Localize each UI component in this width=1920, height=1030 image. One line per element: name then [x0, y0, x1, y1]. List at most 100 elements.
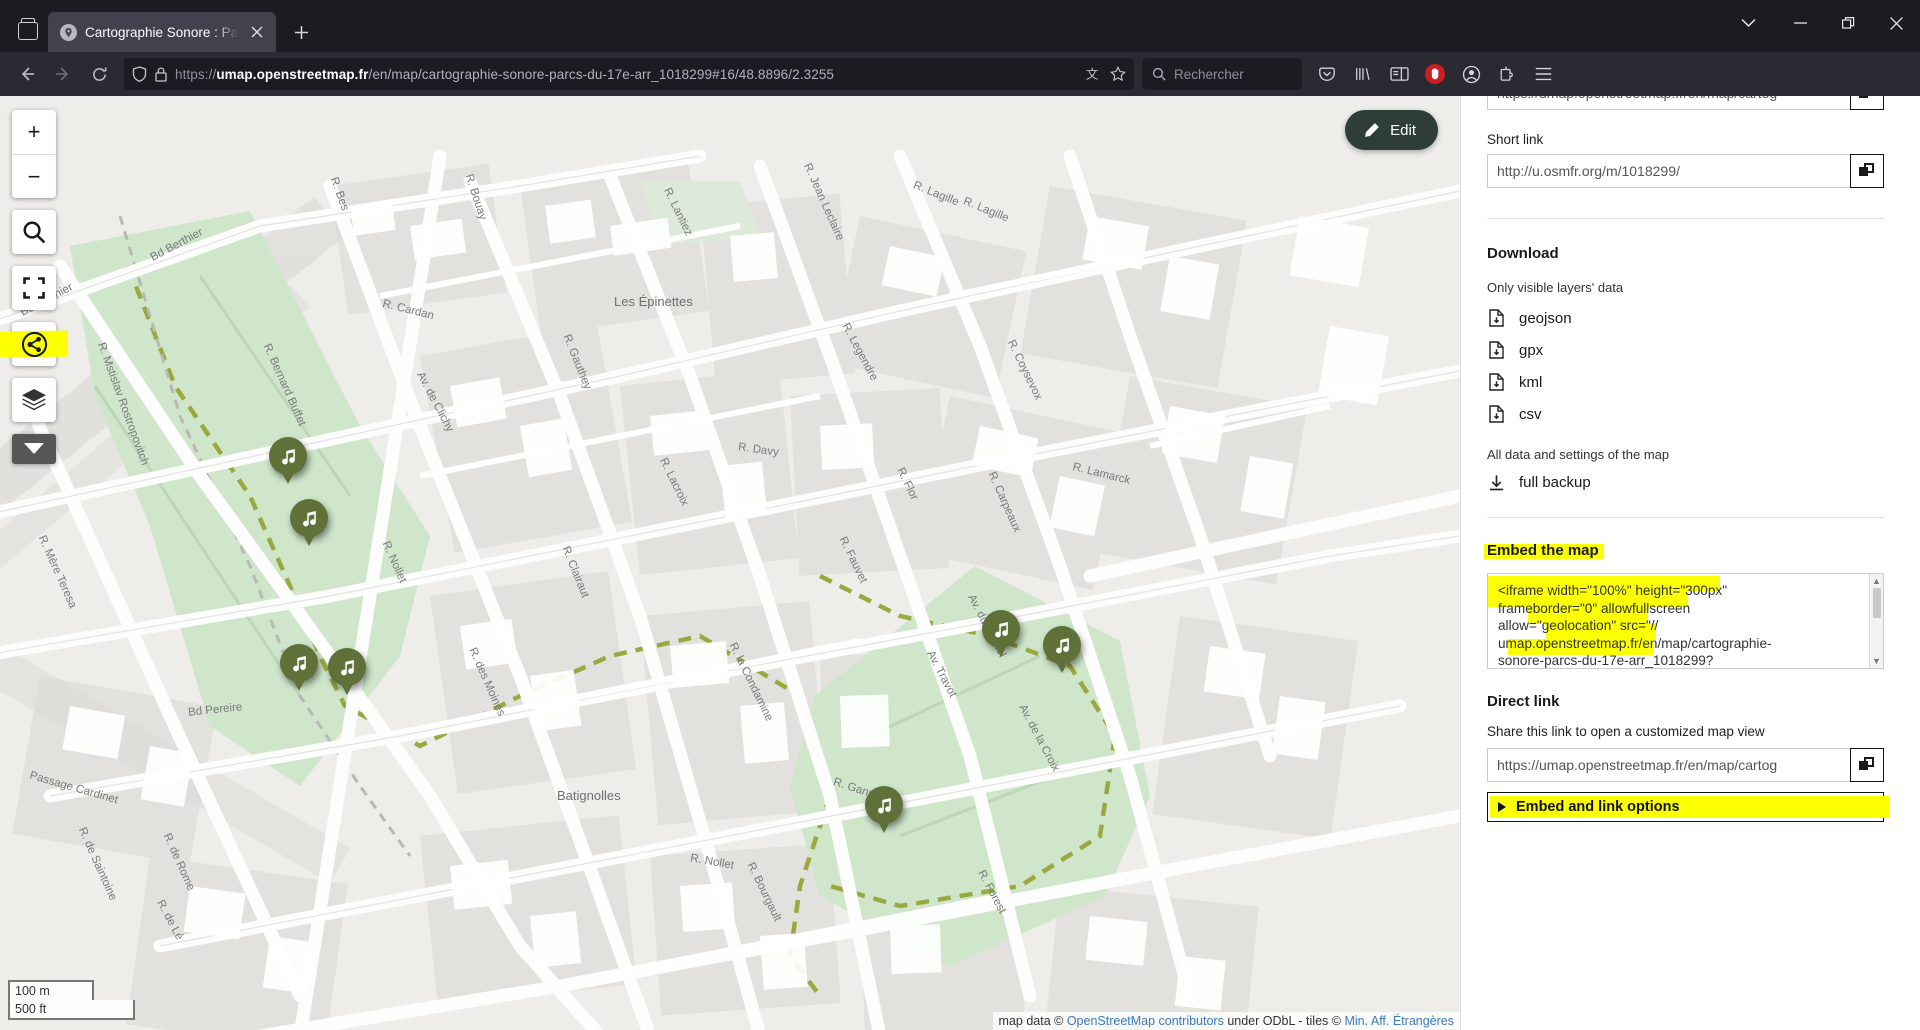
- extensions-icon[interactable]: [1490, 58, 1524, 90]
- map-marker[interactable]: [982, 610, 1020, 657]
- back-button[interactable]: [10, 58, 44, 90]
- translate-icon[interactable]: 文: [1085, 66, 1102, 83]
- embed-scrollbar[interactable]: ▲ ▼: [1869, 574, 1883, 668]
- reload-button[interactable]: [82, 58, 116, 90]
- osm-contributors-link[interactable]: OpenStreetMap contributors: [1067, 1014, 1224, 1028]
- close-icon[interactable]: [246, 21, 268, 43]
- minimize-icon[interactable]: [1776, 0, 1824, 46]
- browser-tab[interactable]: Cartographie Sonore : Parcs du: [48, 12, 276, 52]
- search-bar[interactable]: Rechercher: [1142, 58, 1302, 90]
- url-bar[interactable]: https://umap.openstreetmap.fr/en/map/car…: [124, 58, 1134, 90]
- browser-window: Cartographie Sonore : Parcs du: [0, 0, 1920, 1030]
- marker-bubble[interactable]: [269, 437, 307, 475]
- lock-icon[interactable]: [155, 67, 167, 82]
- full-backup-label: full backup: [1519, 474, 1591, 491]
- short-link-label: Short link: [1487, 132, 1544, 147]
- search-control[interactable]: [12, 210, 56, 254]
- map-tiles: [0, 96, 1460, 1030]
- copy-share-url-button[interactable]: [1850, 96, 1884, 110]
- marker-bubble[interactable]: [280, 644, 318, 682]
- scroll-down-arrow-icon[interactable]: ▼: [1872, 656, 1881, 666]
- restore-icon[interactable]: [1824, 0, 1872, 46]
- download-geojson-link[interactable]: geojson: [1487, 309, 1884, 327]
- map-controls: + −: [12, 110, 56, 464]
- copy-direct-link-button[interactable]: [1850, 748, 1884, 782]
- marker-bubble[interactable]: [290, 499, 328, 537]
- download-csv-link[interactable]: csv: [1487, 405, 1884, 423]
- copy-short-link-button[interactable]: [1850, 154, 1884, 188]
- marker-bubble[interactable]: [1043, 626, 1081, 664]
- file-download-icon: [1487, 405, 1505, 423]
- marker-bubble[interactable]: [328, 648, 366, 686]
- map-marker[interactable]: [328, 648, 366, 695]
- attribution-middle: under ODbL - tiles ©: [1223, 1014, 1345, 1028]
- share-map-button[interactable]: [12, 322, 56, 366]
- place-label: Batignolles: [557, 788, 621, 803]
- library-icon[interactable]: [1346, 58, 1380, 90]
- download-kml-link[interactable]: kml: [1487, 373, 1884, 391]
- scroll-up-arrow-icon[interactable]: ▲: [1872, 576, 1881, 586]
- edit-map-button[interactable]: Edit: [1345, 110, 1438, 150]
- layers-icon[interactable]: [12, 378, 56, 422]
- embed-code-line: sonore-parcs-du-17e-arr_1018299?: [1498, 653, 1714, 668]
- toolbar-icons: [1310, 58, 1560, 90]
- zoom-out-button[interactable]: −: [12, 154, 56, 198]
- search-icon[interactable]: [12, 210, 56, 254]
- embed-and-link-options-toggle[interactable]: Embed and link options: [1487, 792, 1889, 822]
- map-marker[interactable]: [269, 437, 307, 484]
- map-marker[interactable]: [1043, 626, 1081, 673]
- sidebar-icon[interactable]: [1382, 58, 1416, 90]
- tiles-provider-link[interactable]: Min. Aff. Étrangères: [1344, 1014, 1454, 1028]
- download-note: Only visible layers' data: [1487, 280, 1624, 295]
- pocket-icon[interactable]: [1310, 58, 1344, 90]
- toggle-panel-button[interactable]: [12, 434, 56, 464]
- embed-code-text[interactable]: <iframe width="100%" height="300px" frame…: [1488, 574, 1869, 668]
- close-icon[interactable]: [1872, 0, 1920, 46]
- url-text: https://umap.openstreetmap.fr/en/map/car…: [175, 66, 835, 82]
- forward-button[interactable]: [46, 58, 80, 90]
- fullscreen-control[interactable]: [12, 266, 56, 310]
- copy-icon: [1859, 96, 1868, 98]
- download-gpx-link[interactable]: gpx: [1487, 341, 1884, 359]
- map-marker[interactable]: [290, 499, 328, 546]
- direct-link-heading: Direct link: [1487, 693, 1560, 710]
- embed-heading-text: Embed the map: [1487, 542, 1599, 559]
- layers-control[interactable]: [12, 378, 56, 422]
- tab-list-chevron-icon[interactable]: [1720, 0, 1776, 46]
- new-tab-button[interactable]: [284, 15, 318, 49]
- edit-button-label: Edit: [1390, 121, 1416, 139]
- zoom-in-button[interactable]: +: [12, 110, 56, 154]
- zoom-control-group: + −: [12, 110, 56, 198]
- shield-icon[interactable]: [132, 66, 147, 82]
- scale-metric: 100 m: [8, 980, 94, 1000]
- marker-bubble[interactable]: [865, 786, 903, 824]
- account-icon[interactable]: [1454, 58, 1488, 90]
- search-placeholder: Rechercher: [1174, 66, 1244, 82]
- map-marker[interactable]: [865, 786, 903, 833]
- firefox-view-button[interactable]: [6, 8, 48, 48]
- marker-bubble[interactable]: [982, 610, 1020, 648]
- full-backup-link[interactable]: full backup: [1487, 474, 1884, 491]
- marker-tail: [302, 533, 316, 546]
- marker-tail: [281, 471, 295, 484]
- file-download-icon: [1487, 309, 1505, 327]
- share-url-row[interactable]: https://umap.openstreetmap.fr/en/map/car…: [1487, 96, 1884, 110]
- embed-code-box[interactable]: <iframe width="100%" height="300px" frame…: [1487, 573, 1884, 669]
- direct-link-input[interactable]: https://umap.openstreetmap.fr/en/map/car…: [1487, 748, 1851, 782]
- fullscreen-icon[interactable]: [12, 266, 56, 310]
- scrollbar-thumb[interactable]: [1872, 588, 1881, 618]
- backup-note: All data and settings of the map: [1487, 447, 1670, 462]
- copy-icon: [1859, 163, 1874, 176]
- bookmark-star-icon[interactable]: [1110, 66, 1126, 82]
- short-link-input[interactable]: http://u.osmfr.org/m/1018299/: [1487, 154, 1851, 188]
- map-marker[interactable]: [280, 644, 318, 691]
- embed-code-line: umap.openstreetmap.fr/en/map/cartographi…: [1498, 635, 1772, 651]
- short-link-row[interactable]: http://u.osmfr.org/m/1018299/: [1487, 154, 1884, 188]
- share-url-input[interactable]: https://umap.openstreetmap.fr/en/map/car…: [1487, 96, 1851, 110]
- copy-icon: [1859, 757, 1874, 770]
- ublock-origin-icon[interactable]: [1418, 58, 1452, 90]
- hamburger-menu-icon[interactable]: [1526, 58, 1560, 90]
- direct-link-row[interactable]: https://umap.openstreetmap.fr/en/map/car…: [1487, 748, 1884, 782]
- marker-tail: [877, 820, 891, 833]
- map-viewport[interactable]: Bd BerthierBd BerthierR. Bernard BuffetR…: [0, 96, 1460, 1030]
